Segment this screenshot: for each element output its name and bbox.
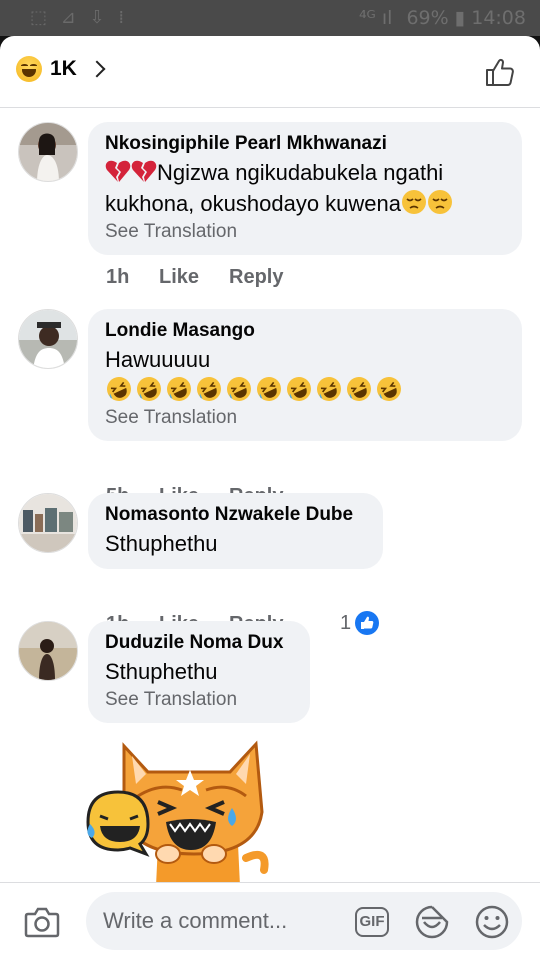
broken-heart-icon	[105, 160, 131, 182]
like-reaction-icon	[355, 611, 380, 635]
rofl-icon	[347, 377, 371, 401]
comment-actions: 1h Like Reply	[106, 266, 283, 289]
rofl-icon	[107, 377, 131, 401]
comment-bubble[interactable]: Nomasonto Nzwakele Dube Sthuphethu	[88, 493, 383, 569]
status-notification-icons: ⬚ ⊿ ⇩ ⁞	[30, 7, 129, 28]
reply-button[interactable]: Reply	[229, 266, 283, 289]
rofl-icon	[197, 377, 221, 401]
thumbs-up-outline-icon[interactable]	[484, 56, 516, 88]
reaction-count-badge[interactable]: 1	[340, 611, 380, 635]
rofl-emoji-row	[105, 375, 504, 405]
comment-bubble[interactable]: Londie Masango Hawuuuuu See Translation	[88, 309, 522, 441]
emoji-icon[interactable]	[474, 904, 510, 940]
see-translation-link[interactable]: See Translation	[105, 687, 292, 713]
status-bar: ⬚ ⊿ ⇩ ⁞ ⁴ᴳ ıl 69% ▮ 14:08	[0, 0, 540, 36]
comment-author[interactable]: Nomasonto Nzwakele Dube	[105, 502, 365, 528]
reactions-header: 1K	[0, 36, 540, 108]
see-translation-link[interactable]: See Translation	[105, 219, 504, 245]
reaction-count: 1	[340, 611, 352, 634]
pensive-face-icon	[402, 190, 426, 214]
avatar[interactable]	[18, 122, 78, 182]
avatar[interactable]	[18, 493, 78, 553]
rofl-icon	[137, 377, 161, 401]
like-button[interactable]: Like	[159, 266, 229, 289]
signal-icon: ⁴ᴳ ıl	[358, 7, 393, 29]
sticker-icon[interactable]	[414, 904, 450, 940]
rofl-icon	[167, 377, 191, 401]
comment-time: 1h	[106, 266, 130, 288]
comments-sheet: 1K Nkosingiphile Pearl Mkhwanazi Ngizwa …	[0, 36, 540, 960]
avatar[interactable]	[18, 309, 78, 369]
rofl-icon	[377, 377, 401, 401]
comment-text: Hawuuuuu	[105, 347, 211, 372]
rofl-icon	[317, 377, 341, 401]
chevron-right-icon	[88, 60, 106, 78]
comment-bubble[interactable]: Duduzile Noma Dux Sthuphethu See Transla…	[88, 621, 310, 723]
comment-text: kukhona, okushodayo kuwena	[105, 191, 401, 216]
comment-text: Sthuphethu	[105, 531, 218, 556]
reaction-count: 1K	[50, 57, 77, 80]
rofl-icon	[257, 377, 281, 401]
see-translation-link[interactable]: See Translation	[105, 405, 504, 431]
comment-input[interactable]	[86, 892, 522, 950]
rofl-icon	[287, 377, 311, 401]
comment-bubble[interactable]: Nkosingiphile Pearl Mkhwanazi Ngizwa ngi…	[88, 122, 522, 255]
camera-icon[interactable]	[24, 905, 60, 939]
comment-author[interactable]: Duduzile Noma Dux	[105, 630, 292, 656]
rofl-icon	[227, 377, 251, 401]
battery-time: 69% ▮ 14:08	[406, 7, 526, 29]
comment-author: Londie Masango	[105, 320, 255, 341]
comment-composer: GIF	[0, 882, 540, 960]
reaction-summary-button[interactable]: 1K	[16, 56, 106, 82]
gif-button[interactable]: GIF	[355, 907, 389, 937]
comment-author[interactable]: Nkosingiphile Pearl Mkhwanazi	[105, 131, 504, 157]
pensive-face-icon	[428, 190, 452, 214]
broken-heart-icon	[131, 160, 157, 182]
comment-text: Ngizwa ngikudabukela ngathi	[157, 160, 444, 185]
comment-text: Sthuphethu	[105, 659, 218, 684]
haha-icon	[16, 56, 42, 82]
avatar[interactable]	[18, 621, 78, 681]
laughing-cat-sticker[interactable]	[86, 726, 276, 886]
